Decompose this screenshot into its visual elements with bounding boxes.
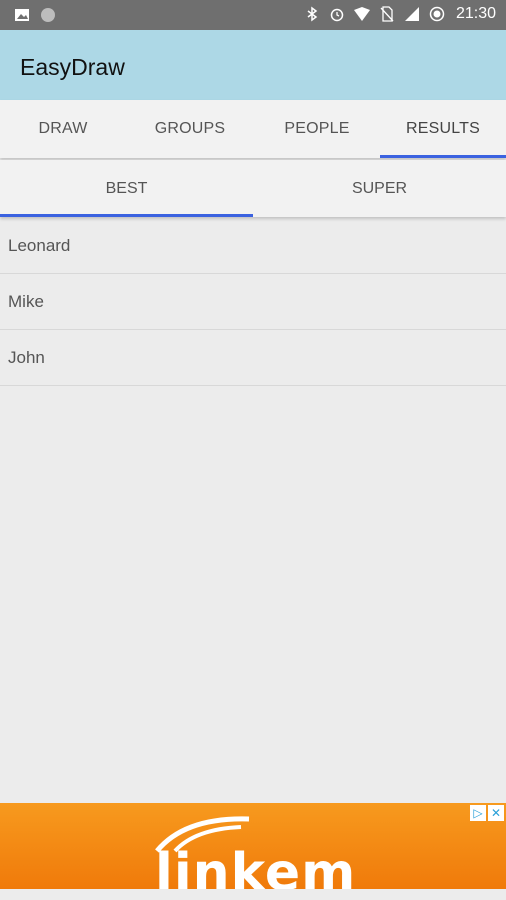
status-bar: 21:30 — [0, 0, 506, 30]
sub-tab-bar: BEST SUPER — [0, 160, 506, 217]
tab-people[interactable]: PEOPLE — [254, 100, 380, 158]
bluetooth-icon — [304, 6, 320, 22]
ad-brand-logo: linkem — [155, 843, 357, 889]
list-item[interactable]: Leonard — [0, 218, 506, 274]
clock: 21:30 — [455, 5, 496, 22]
bottom-strip — [0, 889, 506, 900]
app-bar: EasyDraw — [0, 30, 506, 100]
ad-badge[interactable]: ▷ ✕ — [470, 805, 504, 821]
no-sim-icon — [379, 6, 395, 22]
alarm-icon — [329, 6, 345, 22]
ad-banner[interactable]: linkem ▷ ✕ — [0, 803, 506, 889]
active-subtab-indicator — [0, 214, 253, 217]
tab-results[interactable]: RESULTS — [380, 100, 506, 158]
tab-super[interactable]: SUPER — [253, 160, 506, 217]
active-tab-indicator — [380, 155, 506, 158]
app-title: EasyDraw — [20, 54, 125, 80]
wifi-icon — [353, 6, 370, 22]
circle-icon — [40, 7, 56, 23]
main-tab-bar: DRAW GROUPS PEOPLE RESULTS — [0, 100, 506, 158]
signal-icon — [404, 6, 420, 22]
tab-draw[interactable]: DRAW — [0, 100, 126, 158]
results-list: Leonard Mike John — [0, 218, 506, 386]
adchoices-icon[interactable]: ▷ — [470, 805, 486, 821]
list-item[interactable]: John — [0, 330, 506, 386]
record-icon — [429, 6, 445, 22]
close-icon[interactable]: ✕ — [488, 805, 504, 821]
list-item[interactable]: Mike — [0, 274, 506, 330]
tab-best[interactable]: BEST — [0, 160, 253, 217]
image-icon — [14, 7, 30, 23]
tab-groups[interactable]: GROUPS — [126, 100, 254, 158]
